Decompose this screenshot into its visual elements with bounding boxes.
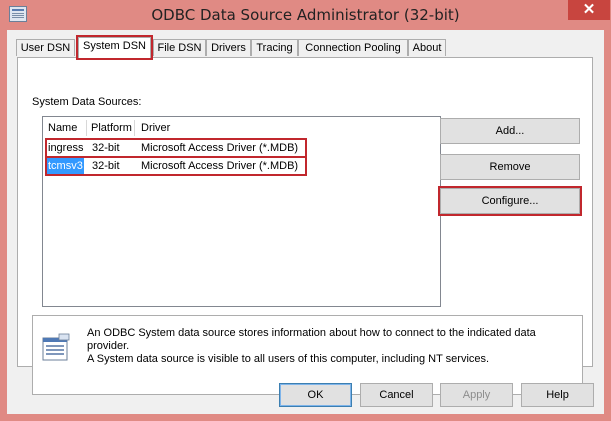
title-bar: ODBC Data Source Administrator (32-bit) … [0,0,611,30]
remove-button[interactable]: Remove [440,154,580,180]
info-text-line1: An ODBC System data source stores inform… [87,327,536,352]
tab-system-dsn[interactable]: System DSN [78,37,151,58]
dsn-driver: Microsoft Access Driver (*.MDB) [141,142,299,154]
dsn-name: tcmsv3 [47,158,84,174]
add-button[interactable]: Add... [440,118,580,144]
tab-file-dsn[interactable]: File DSN [153,39,206,56]
data-source-icon [42,333,70,361]
dsn-driver: Microsoft Access Driver (*.MDB) [141,160,299,172]
column-divider[interactable] [134,120,135,136]
column-header-platform[interactable]: Platform [91,120,132,136]
system-dsn-panel: System Data Sources: Name Platform Drive… [17,57,593,395]
system-data-sources-label: System Data Sources: [32,96,142,108]
info-text-line2: A System data source is visible to all u… [87,353,490,365]
close-button[interactable]: ✕ [568,0,610,20]
system-data-sources-list[interactable]: Name Platform Driver ingress 32-bit Micr… [42,116,441,307]
dsn-platform: 32-bit [92,160,120,172]
tab-about[interactable]: About [408,39,446,56]
column-header-driver[interactable]: Driver [141,120,170,136]
window-title: ODBC Data Source Administrator (32-bit) [151,6,460,24]
tab-tracing[interactable]: Tracing [251,39,298,56]
ok-button[interactable]: OK [279,383,352,407]
configure-button[interactable]: Configure... [440,188,580,214]
dialog-client-area: User DSN System DSN File DSN Drivers Tra… [7,30,604,414]
tab-connection-pooling[interactable]: Connection Pooling [298,39,408,56]
dsn-name: ingress [48,142,84,154]
tab-user-dsn[interactable]: User DSN [16,39,75,56]
apply-button[interactable]: Apply [440,383,513,407]
help-button[interactable]: Help [521,383,594,407]
column-divider[interactable] [86,120,87,136]
dsn-platform: 32-bit [92,142,120,154]
tab-drivers[interactable]: Drivers [206,39,251,56]
info-text: An ODBC System data source stores inform… [87,327,577,366]
column-header-name[interactable]: Name [48,120,77,136]
cancel-button[interactable]: Cancel [360,383,433,407]
